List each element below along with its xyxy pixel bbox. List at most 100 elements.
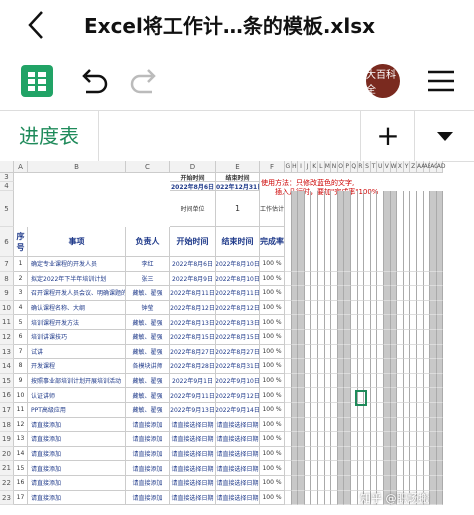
task-owner[interactable]: 藏敏、翟强 bbox=[126, 388, 170, 403]
gantt-cell[interactable] bbox=[364, 432, 371, 447]
gantt-cell[interactable] bbox=[311, 330, 318, 345]
gantt-cell[interactable] bbox=[390, 300, 398, 316]
selected-cell[interactable] bbox=[355, 390, 367, 406]
gantt-cell[interactable] bbox=[344, 461, 351, 476]
task-rate[interactable]: 100 % bbox=[260, 257, 285, 272]
task-start[interactable]: 2022年8月15日 bbox=[170, 330, 216, 345]
gantt-cell[interactable] bbox=[291, 257, 299, 272]
gantt-cell[interactable] bbox=[318, 403, 325, 418]
gantt-cell[interactable] bbox=[436, 344, 444, 360]
task-owner[interactable]: 藏敏、翟强 bbox=[126, 403, 170, 418]
gantt-cell[interactable] bbox=[324, 257, 332, 272]
gantt-cell[interactable] bbox=[351, 315, 358, 330]
gantt-cell[interactable] bbox=[370, 344, 378, 360]
gantt-cell[interactable] bbox=[417, 373, 424, 389]
gantt-cell[interactable] bbox=[357, 432, 365, 447]
gantt-cell[interactable] bbox=[397, 403, 404, 418]
gantt-cell[interactable] bbox=[298, 476, 305, 491]
gantt-cell[interactable] bbox=[291, 373, 299, 389]
gantt-cell[interactable] bbox=[344, 446, 351, 462]
task-owner[interactable]: 请直接添加 bbox=[126, 446, 170, 462]
gantt-cell[interactable] bbox=[364, 476, 371, 491]
gantt-cell[interactable] bbox=[364, 461, 371, 476]
gantt-cell[interactable] bbox=[364, 446, 371, 462]
undo-icon[interactable] bbox=[76, 64, 110, 98]
gantt-cell[interactable] bbox=[384, 286, 391, 301]
gantt-cell[interactable] bbox=[377, 403, 384, 418]
gantt-cell[interactable] bbox=[397, 344, 404, 360]
task-seq[interactable]: 9 bbox=[14, 373, 28, 389]
gantt-cell[interactable] bbox=[304, 344, 312, 360]
gantt-cell[interactable] bbox=[384, 417, 391, 433]
gantt-cell[interactable] bbox=[311, 286, 318, 301]
task-end[interactable]: 请直接选择日期 bbox=[216, 417, 260, 433]
gantt-cell[interactable] bbox=[410, 344, 417, 360]
gantt-cell[interactable] bbox=[436, 461, 444, 476]
gantt-cell[interactable] bbox=[351, 300, 358, 316]
gantt-cell[interactable] bbox=[436, 403, 444, 418]
gantt-cell[interactable] bbox=[417, 388, 424, 403]
task-item[interactable]: 确认课程名称、大纲 bbox=[28, 300, 126, 316]
gantt-cell[interactable] bbox=[357, 300, 365, 316]
gantt-cell[interactable] bbox=[430, 373, 437, 389]
gantt-cell[interactable] bbox=[370, 330, 378, 345]
gantt-cell[interactable] bbox=[430, 330, 437, 345]
gantt-cell[interactable] bbox=[417, 271, 424, 287]
gantt-cell[interactable] bbox=[298, 271, 305, 287]
row-header[interactable]: 17 bbox=[0, 403, 14, 418]
column-header[interactable]: AB bbox=[423, 161, 432, 173]
task-item[interactable]: 召开课程开发人员会议、明确课题的写作方向 bbox=[28, 286, 126, 301]
task-start[interactable]: 请直接选择日期 bbox=[170, 461, 216, 476]
row-header[interactable]: 22 bbox=[0, 476, 14, 491]
gantt-cell[interactable] bbox=[318, 330, 325, 345]
gantt-cell[interactable] bbox=[384, 446, 391, 462]
gantt-cell[interactable] bbox=[291, 432, 299, 447]
row-header[interactable]: 15 bbox=[0, 373, 14, 389]
gantt-cell[interactable] bbox=[403, 344, 411, 360]
back-arrow-icon[interactable] bbox=[22, 8, 52, 42]
gantt-cell[interactable] bbox=[337, 403, 345, 418]
gantt-cell[interactable] bbox=[311, 490, 318, 506]
task-end[interactable]: 2022年9月14日 bbox=[216, 403, 260, 418]
gantt-cell[interactable] bbox=[423, 271, 431, 287]
column-header[interactable]: A bbox=[14, 161, 28, 173]
gantt-cell[interactable] bbox=[318, 359, 325, 374]
gantt-cell[interactable] bbox=[357, 446, 365, 462]
gantt-cell[interactable] bbox=[430, 359, 437, 374]
gantt-cell[interactable] bbox=[324, 300, 332, 316]
gantt-cell[interactable] bbox=[357, 476, 365, 491]
gantt-cell[interactable] bbox=[384, 271, 391, 287]
gantt-cell[interactable] bbox=[331, 330, 338, 345]
gantt-cell[interactable] bbox=[285, 476, 292, 491]
gantt-cell[interactable] bbox=[351, 461, 358, 476]
task-seq[interactable]: 8 bbox=[14, 359, 28, 374]
gantt-cell[interactable] bbox=[364, 286, 371, 301]
gantt-cell[interactable] bbox=[298, 417, 305, 433]
task-start[interactable]: 2022年9月13日 bbox=[170, 403, 216, 418]
gantt-cell[interactable] bbox=[304, 417, 312, 433]
row-header[interactable]: 20 bbox=[0, 446, 14, 462]
gantt-cell[interactable] bbox=[337, 461, 345, 476]
gantt-cell[interactable] bbox=[351, 359, 358, 374]
avatar[interactable]: 大百科全 bbox=[366, 64, 400, 98]
gantt-cell[interactable] bbox=[410, 446, 417, 462]
gantt-cell[interactable] bbox=[370, 446, 378, 462]
gantt-cell[interactable] bbox=[318, 373, 325, 389]
gantt-cell[interactable] bbox=[417, 257, 424, 272]
gantt-cell[interactable] bbox=[285, 286, 292, 301]
gantt-cell[interactable] bbox=[410, 373, 417, 389]
gantt-cell[interactable] bbox=[324, 490, 332, 506]
gantt-cell[interactable] bbox=[436, 359, 444, 374]
task-item[interactable]: 拟定2022年下半年培训计划 bbox=[28, 271, 126, 287]
gantt-cell[interactable] bbox=[370, 417, 378, 433]
gantt-cell[interactable] bbox=[285, 300, 292, 316]
row-header[interactable]: 6 bbox=[0, 227, 14, 257]
column-header[interactable]: AA bbox=[417, 161, 425, 173]
gantt-cell[interactable] bbox=[370, 476, 378, 491]
gantt-cell[interactable] bbox=[331, 403, 338, 418]
gantt-cell[interactable] bbox=[397, 373, 404, 389]
gantt-cell[interactable] bbox=[318, 271, 325, 287]
row-header[interactable]: 16 bbox=[0, 388, 14, 403]
task-owner[interactable]: 请直接添加 bbox=[126, 490, 170, 506]
gantt-cell[interactable] bbox=[311, 373, 318, 389]
